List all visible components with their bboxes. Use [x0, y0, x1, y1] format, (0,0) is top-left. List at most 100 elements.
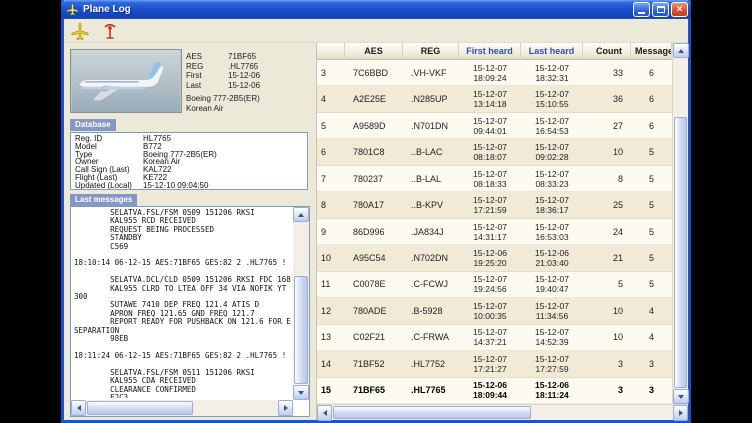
scroll-up-button[interactable] — [293, 207, 309, 222]
scrollbar-thumb[interactable] — [294, 276, 308, 384]
last-heard-time: 19:40:47 — [535, 284, 568, 294]
content-area: AES 71BF65 REG .HL7765 First 15-12-06 La… — [64, 43, 688, 420]
messages-panel[interactable]: SELATVA.FSL/FSM 0509 151206 RKSI KAL955 … — [70, 206, 310, 417]
table-vertical-scrollbar[interactable] — [672, 43, 688, 404]
first-heard-time: 09:44:01 — [473, 126, 506, 136]
scroll-right-button[interactable] — [673, 405, 688, 421]
summary-label: First — [186, 71, 228, 81]
cell-count: 3 — [583, 359, 631, 369]
table-horizontal-scrollbar[interactable] — [317, 404, 688, 420]
desktop-background: Plane Log × — [0, 0, 752, 423]
cell-count: 5 — [583, 279, 631, 289]
app-plane-icon — [65, 3, 79, 17]
column-header-message-count[interactable]: Message cou — [631, 43, 672, 59]
scroll-down-button[interactable] — [293, 385, 309, 400]
cell-last-heard: 15-12-07 16:54:53 — [521, 116, 583, 136]
last-heard-time: 09:02:28 — [535, 152, 568, 162]
cell-aes: 780237 — [345, 174, 403, 184]
scroll-left-button[interactable] — [317, 405, 332, 421]
last-heard-time: 08:33:23 — [535, 179, 568, 189]
scroll-left-button[interactable] — [71, 400, 86, 416]
last-heard-date: 15-12-07 — [535, 274, 569, 284]
aircraft-summary: AES 71BF65 REG .HL7765 First 15-12-06 La… — [186, 52, 312, 113]
scrollbar-thumb[interactable] — [87, 401, 193, 415]
column-header-count[interactable]: Count — [583, 43, 631, 59]
column-header-last-heard[interactable]: Last heard — [521, 43, 583, 59]
last-heard-date: 15-12-07 — [535, 222, 569, 232]
scroll-down-button[interactable] — [673, 389, 689, 404]
cell-reg: ..B-LAL — [403, 174, 459, 184]
cell-reg: .JA834J — [403, 227, 459, 237]
summary-value: 71BF65 — [228, 52, 256, 62]
cell-aes: C0078E — [345, 279, 403, 289]
messages-section-label: Last messages — [70, 194, 137, 206]
up-arrow-icon — [678, 49, 684, 53]
cell-first-heard: 15-12-07 17:21:59 — [459, 195, 521, 215]
table-row[interactable]: 15 71BF65 .HL7765 15-12-06 18:09:44 15-1… — [317, 378, 672, 404]
cell-last-heard: 15-12-07 11:34:56 — [521, 301, 583, 321]
cell-aes: A2E25E — [345, 94, 403, 104]
table-row[interactable]: 3 7C6BBD .VH-VKF 15-12-07 18:09:24 15-12… — [317, 60, 672, 86]
row-number: 9 — [317, 227, 345, 237]
receive-data-button[interactable] — [99, 20, 121, 42]
cell-count: 10 — [583, 147, 631, 157]
table-row[interactable]: 9 86D996 .JA834J 15-12-07 14:31:17 15-12… — [317, 219, 672, 245]
cell-count: 21 — [583, 253, 631, 263]
table-row[interactable]: 4 A2E25E .N285UP 15-12-07 13:14:18 15-12… — [317, 86, 672, 112]
cell-first-heard: 15-12-06 19:25:20 — [459, 248, 521, 268]
cell-first-heard: 15-12-06 18:09:44 — [459, 380, 521, 400]
messages-horizontal-scrollbar[interactable] — [71, 400, 293, 416]
close-button[interactable]: × — [671, 2, 688, 17]
row-number: 3 — [317, 68, 345, 78]
table-row[interactable]: 13 C02F21 .C-FRWA 15-12-07 14:37:21 15-1… — [317, 325, 672, 351]
cell-last-heard: 15-12-06 18:11:24 — [521, 380, 583, 400]
scrollbar-track[interactable] — [673, 58, 688, 389]
cell-reg: .C-FCWJ — [403, 279, 459, 289]
table-row[interactable]: 11 C0078E .C-FCWJ 15-12-07 19:24:56 15-1… — [317, 272, 672, 298]
cell-count: 25 — [583, 200, 631, 210]
first-heard-time: 19:25:20 — [473, 258, 506, 268]
maximize-button[interactable] — [652, 2, 669, 17]
column-header-first-heard[interactable]: First heard — [459, 43, 521, 59]
cell-aes: 71BF65 — [345, 385, 403, 395]
table-row[interactable]: 6 7801C8 ..B-LAC 15-12-07 08:18:07 15-12… — [317, 139, 672, 165]
table-row[interactable]: 14 71BF52 .HL7752 15-12-07 17:21:27 15-1… — [317, 351, 672, 377]
messages-vertical-scrollbar[interactable] — [293, 207, 309, 400]
aircraft-log-button[interactable] — [69, 20, 91, 42]
cell-last-heard: 15-12-07 16:53:03 — [521, 222, 583, 242]
first-heard-date: 15-12-07 — [473, 327, 507, 337]
table-row[interactable]: 7 780237 ..B-LAL 15-12-07 08:18:33 15-12… — [317, 166, 672, 192]
scrollbar-track[interactable] — [293, 222, 309, 385]
table-row[interactable]: 8 780A17 ..B-KPV 15-12-07 17:21:59 15-12… — [317, 192, 672, 218]
column-header-reg[interactable]: REG — [403, 43, 459, 59]
scrollbar-track[interactable] — [332, 405, 673, 420]
row-number: 13 — [317, 332, 345, 342]
cell-reg: .N701DN — [403, 121, 459, 131]
last-heard-date: 15-12-07 — [535, 63, 569, 73]
scrollbar-track[interactable] — [86, 400, 278, 416]
field-value: 15-12-10 09:04:50 — [143, 182, 208, 190]
last-heard-time: 21:03:40 — [535, 258, 568, 268]
column-header-rownum[interactable] — [317, 43, 345, 59]
table-row[interactable]: 5 A9589D .N701DN 15-12-07 09:44:01 15-12… — [317, 113, 672, 139]
scroll-up-button[interactable] — [673, 43, 689, 58]
cell-message-count: 5 — [631, 147, 672, 157]
table-row[interactable]: 10 A95C54 .N702DN 15-12-06 19:25:20 15-1… — [317, 245, 672, 271]
row-number: 11 — [317, 279, 345, 289]
summary-row: First 15-12-06 — [186, 71, 312, 81]
scrollbar-thumb[interactable] — [674, 117, 687, 388]
summary-label: AES — [186, 52, 228, 62]
first-heard-time: 08:18:33 — [473, 179, 506, 189]
minimize-button[interactable] — [633, 2, 650, 17]
cell-last-heard: 15-12-07 09:02:28 — [521, 142, 583, 162]
summary-value: 15-12-06 — [228, 71, 260, 81]
scroll-right-button[interactable] — [278, 400, 293, 416]
titlebar[interactable]: Plane Log × — [61, 0, 691, 19]
table-row[interactable]: 12 780ADE .B-5928 15-12-07 10:00:35 15-1… — [317, 298, 672, 324]
last-heard-time: 14:52:39 — [535, 337, 568, 347]
aircraft-airline: Korean Air — [186, 104, 312, 114]
cell-message-count: 5 — [631, 253, 672, 263]
scrollbar-thumb[interactable] — [333, 406, 531, 419]
last-heard-time: 18:32:31 — [535, 73, 568, 83]
column-header-aes[interactable]: AES — [345, 43, 403, 59]
